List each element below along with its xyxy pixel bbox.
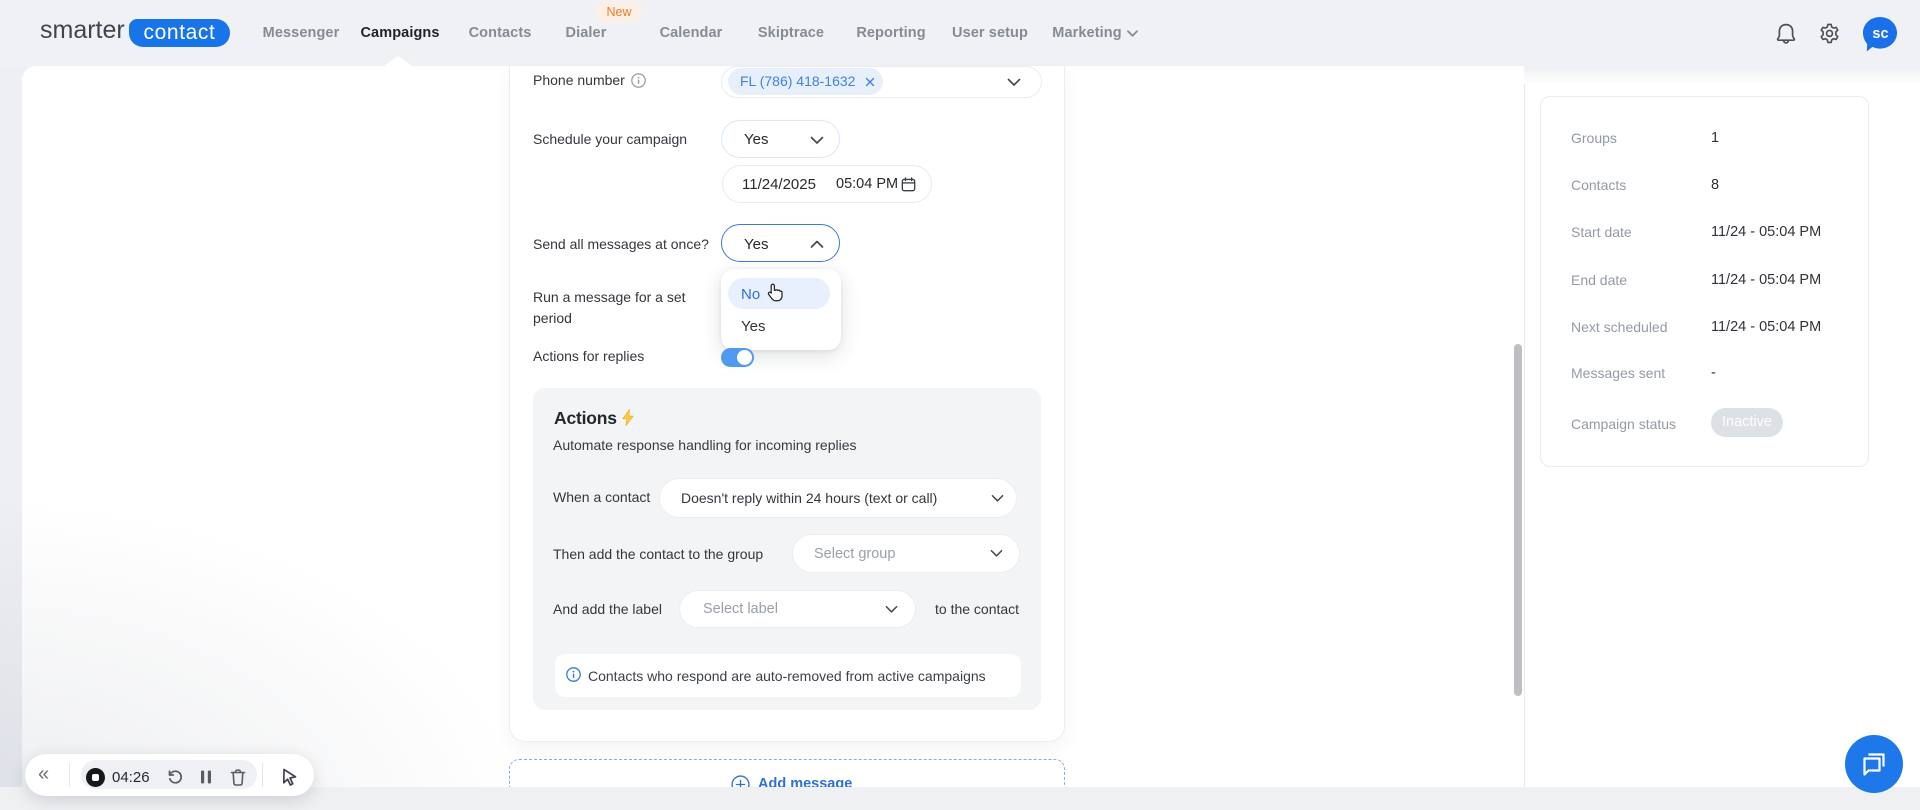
svg-text:sc: sc bbox=[1872, 26, 1888, 42]
